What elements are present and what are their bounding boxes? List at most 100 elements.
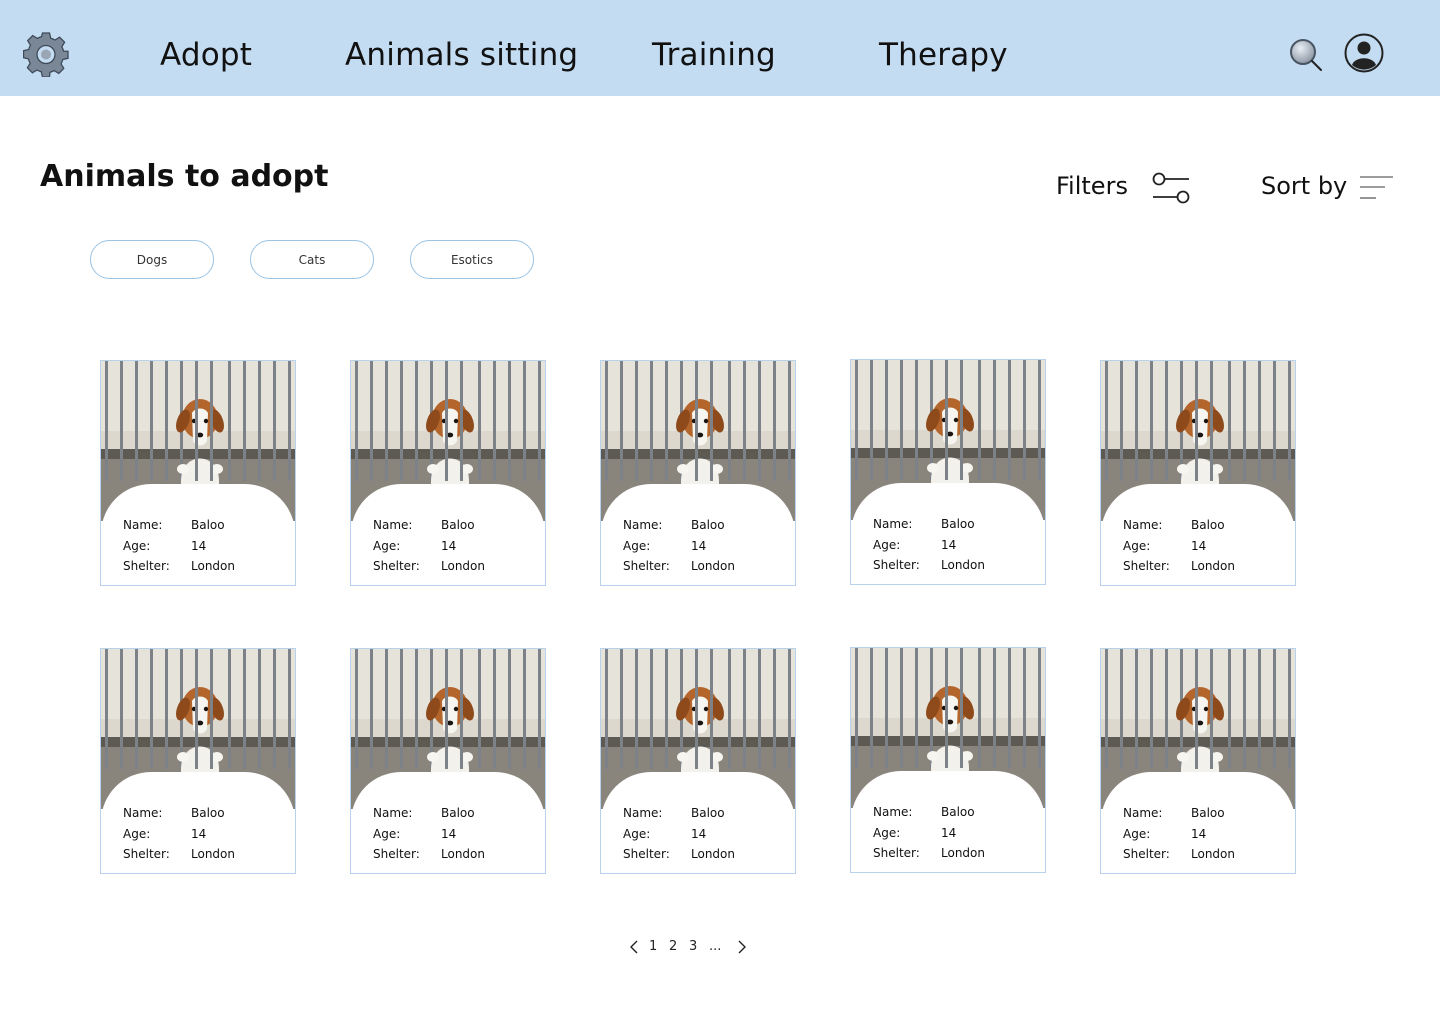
name-label: Name: xyxy=(873,517,913,531)
gear-icon[interactable] xyxy=(23,31,69,77)
animal-name-row: Name: Baloo xyxy=(373,806,475,820)
name-label: Name: xyxy=(873,805,913,819)
shelter-label: Shelter: xyxy=(873,846,920,860)
name-label: Name: xyxy=(1123,806,1163,820)
animal-info-panel: Name: Baloo Age: 14 Shelter: London xyxy=(601,484,795,585)
age-label: Age: xyxy=(873,826,901,840)
name-label: Name: xyxy=(373,806,413,820)
animal-name-row: Name: Baloo xyxy=(1123,518,1225,532)
animal-name: Baloo xyxy=(441,518,475,532)
animal-age-row: Age: 14 xyxy=(873,538,956,552)
page-ellipsis: ... xyxy=(709,939,722,954)
animal-age: 14 xyxy=(441,827,457,841)
animal-name: Baloo xyxy=(191,518,225,532)
animal-name: Baloo xyxy=(691,518,725,532)
animal-card[interactable]: Name: Baloo Age: 14 Shelter: London xyxy=(350,360,546,586)
animal-card[interactable]: Name: Baloo Age: 14 Shelter: London xyxy=(1100,360,1296,586)
nav-training[interactable]: Training xyxy=(652,33,776,77)
animal-card[interactable]: Name: Baloo Age: 14 Shelter: London xyxy=(850,359,1046,585)
page-title: Animals to adopt xyxy=(40,159,329,194)
animal-age: 14 xyxy=(1191,827,1207,841)
animal-age: 14 xyxy=(941,826,957,840)
animal-shelter-row: Shelter: London xyxy=(373,559,485,573)
animal-name-row: Name: Baloo xyxy=(623,518,725,532)
animal-shelter-row: Shelter: London xyxy=(873,558,985,572)
animal-info-panel: Name: Baloo Age: 14 Shelter: London xyxy=(351,772,545,873)
animal-name: Baloo xyxy=(441,806,475,820)
animal-name-row: Name: Baloo xyxy=(123,518,225,532)
chip-exotics[interactable]: Esotics xyxy=(410,240,534,279)
chevron-left-icon[interactable] xyxy=(629,940,639,954)
animal-age-row: Age: 14 xyxy=(123,827,206,841)
animal-shelter: London xyxy=(691,847,735,861)
age-label: Age: xyxy=(1123,539,1151,553)
chip-dogs[interactable]: Dogs xyxy=(90,240,214,279)
name-label: Name: xyxy=(123,806,163,820)
age-label: Age: xyxy=(123,827,151,841)
animal-name-row: Name: Baloo xyxy=(873,805,975,819)
animal-shelter-row: Shelter: London xyxy=(873,846,985,860)
sort-by-button[interactable]: Sort by xyxy=(1261,169,1347,203)
animal-shelter: London xyxy=(691,559,735,573)
sort-lines-icon[interactable] xyxy=(1358,173,1394,203)
animal-name: Baloo xyxy=(691,806,725,820)
animal-info-panel: Name: Baloo Age: 14 Shelter: London xyxy=(101,772,295,873)
nav-therapy[interactable]: Therapy xyxy=(879,33,1008,77)
animal-name-row: Name: Baloo xyxy=(1123,806,1225,820)
animal-age-row: Age: 14 xyxy=(1123,827,1206,841)
name-label: Name: xyxy=(373,518,413,532)
animal-info-panel: Name: Baloo Age: 14 Shelter: London xyxy=(1101,772,1295,873)
animal-name: Baloo xyxy=(1191,806,1225,820)
chip-cats[interactable]: Cats xyxy=(250,240,374,279)
animal-card[interactable]: Name: Baloo Age: 14 Shelter: London xyxy=(100,360,296,586)
animal-name: Baloo xyxy=(941,805,975,819)
animal-name-row: Name: Baloo xyxy=(123,806,225,820)
shelter-label: Shelter: xyxy=(1123,559,1170,573)
nav-animals-sitting[interactable]: Animals sitting xyxy=(345,33,578,77)
search-icon[interactable] xyxy=(1287,36,1325,74)
animal-age: 14 xyxy=(691,539,707,553)
page-2[interactable]: 2 xyxy=(669,938,677,956)
animal-name-row: Name: Baloo xyxy=(623,806,725,820)
page-1[interactable]: 1 xyxy=(649,938,657,956)
animal-name-row: Name: Baloo xyxy=(873,517,975,531)
animal-age: 14 xyxy=(191,539,207,553)
animal-shelter-row: Shelter: London xyxy=(123,847,235,861)
sliders-icon[interactable] xyxy=(1151,170,1191,206)
animal-info-panel: Name: Baloo Age: 14 Shelter: London xyxy=(351,484,545,585)
animal-card[interactable]: Name: Baloo Age: 14 Shelter: London xyxy=(850,647,1046,873)
animal-shelter: London xyxy=(1191,559,1235,573)
animal-card[interactable]: Name: Baloo Age: 14 Shelter: London xyxy=(350,648,546,874)
animal-card[interactable]: Name: Baloo Age: 14 Shelter: London xyxy=(1100,648,1296,874)
animal-age-row: Age: 14 xyxy=(123,539,206,553)
page-3[interactable]: 3 xyxy=(689,938,697,956)
animal-name: Baloo xyxy=(1191,518,1225,532)
animal-card[interactable]: Name: Baloo Age: 14 Shelter: London xyxy=(600,360,796,586)
shelter-label: Shelter: xyxy=(623,559,670,573)
animal-age-row: Age: 14 xyxy=(623,539,706,553)
animal-name-row: Name: Baloo xyxy=(373,518,475,532)
chevron-right-icon[interactable] xyxy=(737,940,747,954)
nav-adopt[interactable]: Adopt xyxy=(160,33,252,77)
age-label: Age: xyxy=(123,539,151,553)
animal-age-row: Age: 14 xyxy=(873,826,956,840)
name-label: Name: xyxy=(623,806,663,820)
shelter-label: Shelter: xyxy=(373,847,420,861)
animal-shelter-row: Shelter: London xyxy=(623,559,735,573)
animal-shelter: London xyxy=(1191,847,1235,861)
name-label: Name: xyxy=(123,518,163,532)
animal-age-row: Age: 14 xyxy=(373,827,456,841)
filters-button[interactable]: Filters xyxy=(1056,169,1128,203)
animal-info-panel: Name: Baloo Age: 14 Shelter: London xyxy=(601,772,795,873)
shelter-label: Shelter: xyxy=(873,558,920,572)
animal-age-row: Age: 14 xyxy=(373,539,456,553)
animal-shelter-row: Shelter: London xyxy=(123,559,235,573)
name-label: Name: xyxy=(1123,518,1163,532)
animal-name: Baloo xyxy=(941,517,975,531)
animal-card[interactable]: Name: Baloo Age: 14 Shelter: London xyxy=(100,648,296,874)
age-label: Age: xyxy=(1123,827,1151,841)
animal-name: Baloo xyxy=(191,806,225,820)
user-icon[interactable] xyxy=(1344,33,1384,73)
animal-card[interactable]: Name: Baloo Age: 14 Shelter: London xyxy=(600,648,796,874)
age-label: Age: xyxy=(873,538,901,552)
